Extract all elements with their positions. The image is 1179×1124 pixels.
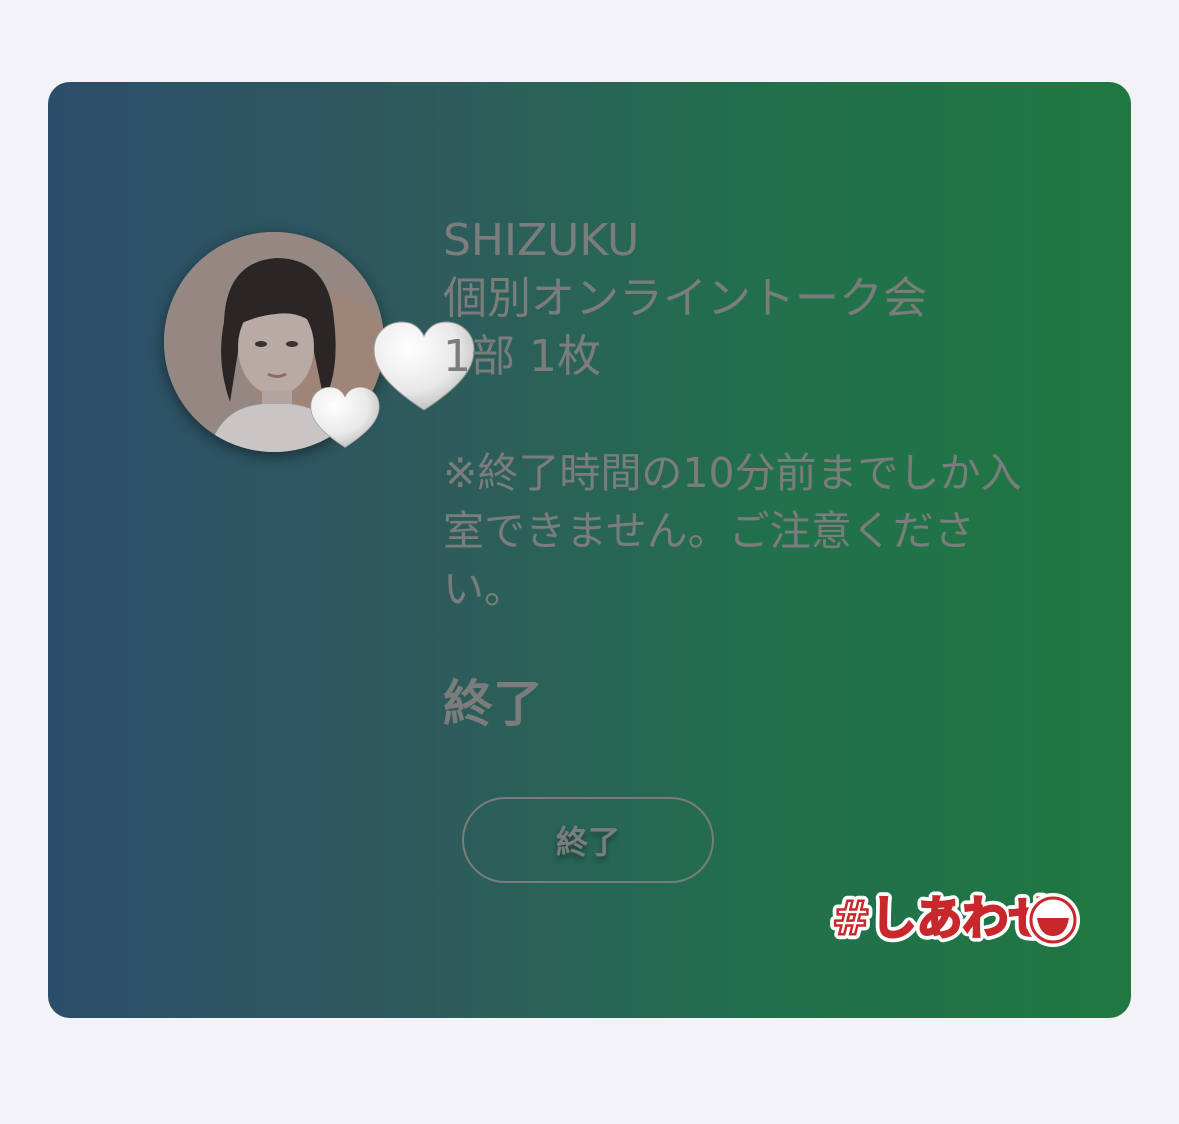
entry-notice: ※終了時間の10分前までしか入室できません。ご注意ください。 [443,449,1022,613]
heart-icon [310,386,380,448]
sticker-text-fill: #しあわせ [832,891,1055,945]
ticket-card: SHIZUKU 個別オンライントーク会 1部 1枚 ※終了時間の10分前までしか… [48,82,1131,1018]
artist-name: SHIZUKU [443,215,640,266]
event-title: 個別オンライントーク会 [443,273,927,324]
ticket-info: SHIZUKU 個別オンライントーク会 1部 1枚 ※終了時間の10分前までしか… [443,212,1063,736]
ticket-part: 1部 1枚 [443,331,601,382]
smiley-icon [1026,893,1080,947]
hashtag-sticker: #しあわせ #しあわせ [827,878,1088,962]
status-label: 終了 [443,675,543,733]
end-button[interactable]: 終了 [462,797,714,883]
